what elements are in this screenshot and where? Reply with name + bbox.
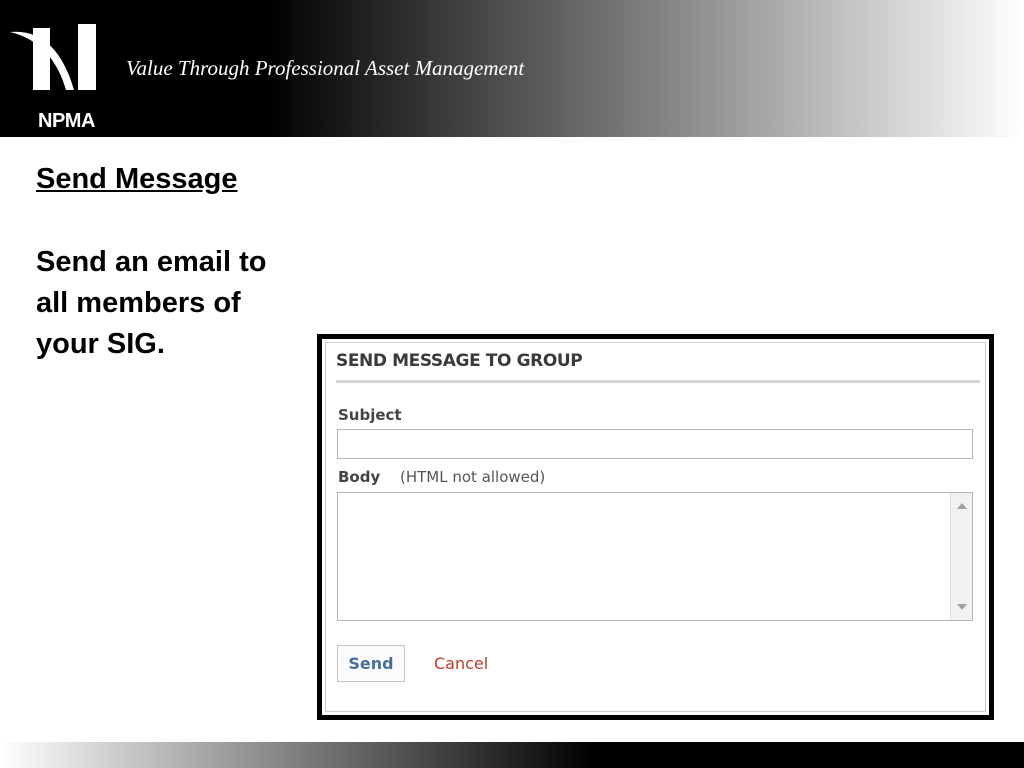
subject-input[interactable] <box>337 429 973 459</box>
npma-logo-icon: NPMA <box>8 16 108 132</box>
logo-text: NPMA <box>38 110 95 132</box>
slide-description: Send an email to all members of your SIG… <box>36 246 267 360</box>
subject-label: Subject <box>338 406 402 424</box>
dialog-title: SEND MESSAGE TO GROUP <box>336 351 583 371</box>
footer-bar <box>0 742 1024 768</box>
dialog-divider <box>336 380 980 383</box>
cancel-link[interactable]: Cancel <box>434 654 488 673</box>
tagline: Value Through Professional Asset Managem… <box>126 56 525 80</box>
body-textarea-frame <box>337 492 973 621</box>
body-note: (HTML not allowed) <box>400 468 546 486</box>
body-label: Body <box>338 468 381 486</box>
send-button[interactable]: Send <box>337 645 405 682</box>
body-scrollbar[interactable] <box>950 493 972 620</box>
body-textarea[interactable] <box>338 493 950 620</box>
slide-title: Send Message <box>36 163 238 195</box>
dialog-screenshot: SEND MESSAGE TO GROUP Subject Body (HTML… <box>317 334 994 720</box>
header-banner: NPMA Value Through Professional Asset Ma… <box>0 0 1024 137</box>
scroll-down-arrow-icon[interactable] <box>957 604 967 610</box>
scroll-up-arrow-icon[interactable] <box>957 503 967 509</box>
send-message-dialog: SEND MESSAGE TO GROUP Subject Body (HTML… <box>325 342 986 712</box>
